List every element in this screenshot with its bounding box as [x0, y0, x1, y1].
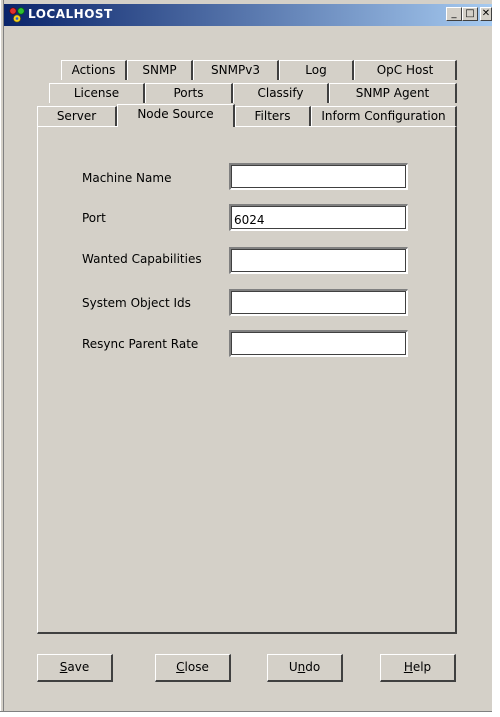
tab-row-2: License Ports Classify SNMP Agent	[49, 83, 457, 103]
tab-server[interactable]: Server	[37, 106, 117, 126]
close-button[interactable]: Close	[155, 654, 231, 682]
background-strip-bottom	[0, 711, 492, 717]
tab-filters[interactable]: Filters	[235, 106, 311, 126]
resync-parent-rate-field[interactable]	[229, 330, 408, 357]
tab-label: SNMP	[142, 63, 177, 77]
tab-row-1: Actions SNMP SNMPv3 Log OpC Host	[61, 60, 457, 80]
app-network-icon	[8, 6, 26, 24]
save-button[interactable]: Save	[37, 654, 113, 682]
tab-label: Server	[56, 109, 97, 123]
tab-label: Actions	[71, 63, 116, 77]
help-mnemonic: H	[403, 660, 413, 674]
maximize-button[interactable]: □	[462, 7, 478, 21]
window-title: LOCALHOST	[28, 7, 113, 21]
system-object-ids-field[interactable]	[229, 289, 408, 316]
close-window-button[interactable]: ✕	[480, 7, 492, 21]
tab-label: SNMPv3	[211, 63, 260, 77]
tab-label: Node Source	[137, 107, 214, 121]
tab-label: Ports	[173, 86, 204, 100]
tab-label: Classify	[257, 86, 304, 100]
title-bar[interactable]: LOCALHOST _ □ ✕	[4, 4, 492, 26]
tab-inform-configuration[interactable]: Inform Configuration	[311, 106, 457, 126]
tab-license[interactable]: License	[49, 83, 145, 103]
save-label-rest: ave	[67, 660, 90, 674]
node-source-panel: Machine Name Port Wanted Capabilities Sy…	[37, 126, 457, 634]
maximize-icon: □	[465, 8, 475, 19]
tab-opc-host[interactable]: OpC Host	[354, 60, 457, 80]
machine-name-label: Machine Name	[82, 171, 172, 185]
tab-label: Filters	[254, 109, 291, 123]
tab-snmp-agent[interactable]: SNMP Agent	[329, 83, 457, 103]
background-strip	[492, 0, 500, 717]
tab-label: Inform Configuration	[321, 109, 446, 123]
tab-actions[interactable]: Actions	[61, 60, 127, 80]
tab-label: SNMP Agent	[355, 86, 430, 100]
help-label-rest: elp	[412, 660, 432, 674]
tab-label: License	[73, 86, 120, 100]
close-mnemonic: C	[176, 660, 185, 674]
minimize-icon: _	[451, 8, 457, 19]
undo-button[interactable]: Undo	[267, 654, 343, 682]
minimize-button[interactable]: _	[446, 7, 462, 21]
wanted-capabilities-label: Wanted Capabilities	[82, 252, 202, 266]
tab-classify[interactable]: Classify	[233, 83, 329, 103]
tab-node-source[interactable]: Node Source	[117, 104, 235, 127]
resync-parent-rate-label: Resync Parent Rate	[82, 337, 199, 351]
machine-name-field[interactable]	[229, 163, 408, 190]
help-button[interactable]: Help	[380, 654, 456, 682]
undo-label-rest: do	[305, 660, 321, 674]
port-label: Port	[82, 211, 106, 225]
wanted-capabilities-field[interactable]	[229, 247, 408, 274]
window-frame-left	[0, 0, 4, 717]
system-object-ids-label: System Object Ids	[82, 296, 191, 310]
undo-label-pre: U	[288, 660, 298, 674]
dialog-window: LOCALHOST _ □ ✕ Actions SNMP SNMPv3 Log …	[0, 0, 500, 717]
port-field[interactable]	[229, 204, 408, 231]
tab-snmpv3[interactable]: SNMPv3	[193, 60, 279, 80]
tab-snmp[interactable]: SNMP	[127, 60, 193, 80]
tab-label: OpC Host	[376, 63, 434, 77]
tab-row-3: Server Node Source Filters Inform Config…	[37, 104, 457, 127]
close-label-rest: lose	[184, 660, 209, 674]
tab-log[interactable]: Log	[279, 60, 354, 80]
tab-ports[interactable]: Ports	[145, 83, 233, 103]
tab-label: Log	[305, 63, 327, 77]
close-icon: ✕	[481, 8, 491, 19]
